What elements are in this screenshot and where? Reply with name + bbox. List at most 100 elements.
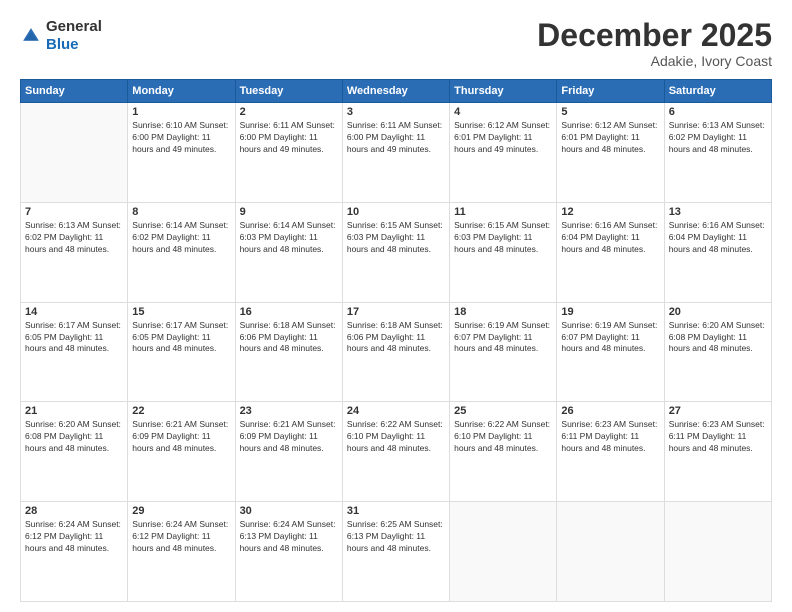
cell-w2-d6: 12Sunrise: 6:16 AM Sunset: 6:04 PM Dayli… xyxy=(557,202,664,302)
cell-w5-d6 xyxy=(557,502,664,602)
cell-w2-d7: 13 Sunrise: 6:16 AM Sunset: 6:04 PM Dayli… xyxy=(664,202,771,302)
day-number-10: 10 xyxy=(347,206,445,218)
day-info-19: Sunrise: 6:19 AM Sunset: 6:07 PM Dayligh… xyxy=(561,320,659,356)
day-number-25: 25 xyxy=(454,405,552,417)
day-number-6: 6 xyxy=(669,106,767,118)
day-number-23: 23 xyxy=(240,405,338,417)
day-number-14: 14 xyxy=(25,306,123,318)
logo-blue: Blue xyxy=(46,36,79,53)
week-row-1: 1Sunrise: 6:10 AM Sunset: 6:00 PM Daylig… xyxy=(21,103,772,203)
day-info-24: Sunrise: 6:22 AM Sunset: 6:10 PM Dayligh… xyxy=(347,419,445,455)
day-number-2: 2 xyxy=(240,106,338,118)
day-number-12: 12 xyxy=(561,206,659,218)
cell-w5-d3: 30Sunrise: 6:24 AM Sunset: 6:13 PM Dayli… xyxy=(235,502,342,602)
calendar-header-row: Sunday Monday Tuesday Wednesday Thursday… xyxy=(21,80,772,103)
cell-w2-d1: 7Sunrise: 6:13 AM Sunset: 6:02 PM Daylig… xyxy=(21,202,128,302)
title-area: December 2025 Adakie, Ivory Coast xyxy=(537,18,772,69)
col-thursday: Thursday xyxy=(450,80,557,103)
cell-w2-d2: 8Sunrise: 6:14 AM Sunset: 6:02 PM Daylig… xyxy=(128,202,235,302)
day-info-14: Sunrise: 6:17 AM Sunset: 6:05 PM Dayligh… xyxy=(25,320,123,356)
day-info-23: Sunrise: 6:21 AM Sunset: 6:09 PM Dayligh… xyxy=(240,419,338,455)
day-info-31: Sunrise: 6:25 AM Sunset: 6:13 PM Dayligh… xyxy=(347,519,445,555)
day-info-5: Sunrise: 6:12 AM Sunset: 6:01 PM Dayligh… xyxy=(561,120,659,156)
day-info-22: Sunrise: 6:21 AM Sunset: 6:09 PM Dayligh… xyxy=(132,419,230,455)
day-number-7: 7 xyxy=(25,206,123,218)
cell-w1-d6: 5 Sunrise: 6:12 AM Sunset: 6:01 PM Daylig… xyxy=(557,103,664,203)
day-info-13: Sunrise: 6:16 AM Sunset: 6:04 PM Dayligh… xyxy=(669,220,767,256)
cell-w2-d5: 11Sunrise: 6:15 AM Sunset: 6:03 PM Dayli… xyxy=(450,202,557,302)
day-info-26: Sunrise: 6:23 AM Sunset: 6:11 PM Dayligh… xyxy=(561,419,659,455)
day-info-30: Sunrise: 6:24 AM Sunset: 6:13 PM Dayligh… xyxy=(240,519,338,555)
cell-w4-d4: 24Sunrise: 6:22 AM Sunset: 6:10 PM Dayli… xyxy=(342,402,449,502)
day-info-3: Sunrise: 6:11 AM Sunset: 6:00 PM Dayligh… xyxy=(347,120,445,156)
day-number-29: 29 xyxy=(132,505,230,517)
day-number-18: 18 xyxy=(454,306,552,318)
cell-w4-d2: 22 Sunrise: 6:21 AM Sunset: 6:09 PM Dayli… xyxy=(128,402,235,502)
day-info-15: Sunrise: 6:17 AM Sunset: 6:05 PM Dayligh… xyxy=(132,320,230,356)
week-row-2: 7Sunrise: 6:13 AM Sunset: 6:02 PM Daylig… xyxy=(21,202,772,302)
day-number-28: 28 xyxy=(25,505,123,517)
day-info-16: Sunrise: 6:18 AM Sunset: 6:06 PM Dayligh… xyxy=(240,320,338,356)
day-info-18: Sunrise: 6:19 AM Sunset: 6:07 PM Dayligh… xyxy=(454,320,552,356)
cell-w4-d5: 25Sunrise: 6:22 AM Sunset: 6:10 PM Dayli… xyxy=(450,402,557,502)
day-number-9: 9 xyxy=(240,206,338,218)
week-row-3: 14 Sunrise: 6:17 AM Sunset: 6:05 PM Dayli… xyxy=(21,302,772,402)
logo: General Blue xyxy=(20,18,102,54)
day-number-4: 4 xyxy=(454,106,552,118)
day-number-22: 22 xyxy=(132,405,230,417)
day-number-16: 16 xyxy=(240,306,338,318)
day-number-20: 20 xyxy=(669,306,767,318)
cell-w5-d1: 28 Sunrise: 6:24 AM Sunset: 6:12 PM Dayli… xyxy=(21,502,128,602)
day-info-10: Sunrise: 6:15 AM Sunset: 6:03 PM Dayligh… xyxy=(347,220,445,256)
logo-icon xyxy=(20,25,42,47)
day-info-29: Sunrise: 6:24 AM Sunset: 6:12 PM Dayligh… xyxy=(132,519,230,555)
week-row-4: 21Sunrise: 6:20 AM Sunset: 6:08 PM Dayli… xyxy=(21,402,772,502)
cell-w1-d2: 1Sunrise: 6:10 AM Sunset: 6:00 PM Daylig… xyxy=(128,103,235,203)
logo-general: General xyxy=(46,18,102,35)
cell-w3-d3: 16 Sunrise: 6:18 AM Sunset: 6:06 PM Dayli… xyxy=(235,302,342,402)
col-tuesday: Tuesday xyxy=(235,80,342,103)
day-number-3: 3 xyxy=(347,106,445,118)
day-info-17: Sunrise: 6:18 AM Sunset: 6:06 PM Dayligh… xyxy=(347,320,445,356)
col-wednesday: Wednesday xyxy=(342,80,449,103)
day-number-15: 15 xyxy=(132,306,230,318)
day-number-5: 5 xyxy=(561,106,659,118)
logo-text: General Blue xyxy=(46,18,102,54)
cell-w5-d7 xyxy=(664,502,771,602)
calendar-table: Sunday Monday Tuesday Wednesday Thursday… xyxy=(20,79,772,602)
cell-w3-d7: 20 Sunrise: 6:20 AM Sunset: 6:08 PM Dayli… xyxy=(664,302,771,402)
day-info-4: Sunrise: 6:12 AM Sunset: 6:01 PM Dayligh… xyxy=(454,120,552,156)
day-info-21: Sunrise: 6:20 AM Sunset: 6:08 PM Dayligh… xyxy=(25,419,123,455)
day-number-19: 19 xyxy=(561,306,659,318)
cell-w1-d5: 4 Sunrise: 6:12 AM Sunset: 6:01 PM Daylig… xyxy=(450,103,557,203)
day-number-17: 17 xyxy=(347,306,445,318)
cell-w3-d1: 14 Sunrise: 6:17 AM Sunset: 6:05 PM Dayli… xyxy=(21,302,128,402)
cell-w1-d1 xyxy=(21,103,128,203)
day-number-26: 26 xyxy=(561,405,659,417)
day-number-13: 13 xyxy=(669,206,767,218)
page: General Blue December 2025 Adakie, Ivory… xyxy=(0,0,792,612)
cell-w1-d7: 6Sunrise: 6:13 AM Sunset: 6:02 PM Daylig… xyxy=(664,103,771,203)
cell-w3-d4: 17 Sunrise: 6:18 AM Sunset: 6:06 PM Dayli… xyxy=(342,302,449,402)
cell-w4-d3: 23 Sunrise: 6:21 AM Sunset: 6:09 PM Dayli… xyxy=(235,402,342,502)
header: General Blue December 2025 Adakie, Ivory… xyxy=(20,18,772,69)
cell-w4-d1: 21Sunrise: 6:20 AM Sunset: 6:08 PM Dayli… xyxy=(21,402,128,502)
col-monday: Monday xyxy=(128,80,235,103)
day-number-8: 8 xyxy=(132,206,230,218)
day-info-28: Sunrise: 6:24 AM Sunset: 6:12 PM Dayligh… xyxy=(25,519,123,555)
col-sunday: Sunday xyxy=(21,80,128,103)
location-title: Adakie, Ivory Coast xyxy=(537,53,772,69)
cell-w5-d4: 31 Sunrise: 6:25 AM Sunset: 6:13 PM Dayli… xyxy=(342,502,449,602)
cell-w3-d5: 18 Sunrise: 6:19 AM Sunset: 6:07 PM Dayli… xyxy=(450,302,557,402)
cell-w4-d6: 26 Sunrise: 6:23 AM Sunset: 6:11 PM Dayli… xyxy=(557,402,664,502)
day-info-20: Sunrise: 6:20 AM Sunset: 6:08 PM Dayligh… xyxy=(669,320,767,356)
cell-w5-d5 xyxy=(450,502,557,602)
cell-w3-d6: 19 Sunrise: 6:19 AM Sunset: 6:07 PM Dayli… xyxy=(557,302,664,402)
day-number-1: 1 xyxy=(132,106,230,118)
week-row-5: 28 Sunrise: 6:24 AM Sunset: 6:12 PM Dayli… xyxy=(21,502,772,602)
cell-w3-d2: 15 Sunrise: 6:17 AM Sunset: 6:05 PM Dayli… xyxy=(128,302,235,402)
day-number-27: 27 xyxy=(669,405,767,417)
day-number-31: 31 xyxy=(347,505,445,517)
day-number-11: 11 xyxy=(454,206,552,218)
day-info-27: Sunrise: 6:23 AM Sunset: 6:11 PM Dayligh… xyxy=(669,419,767,455)
